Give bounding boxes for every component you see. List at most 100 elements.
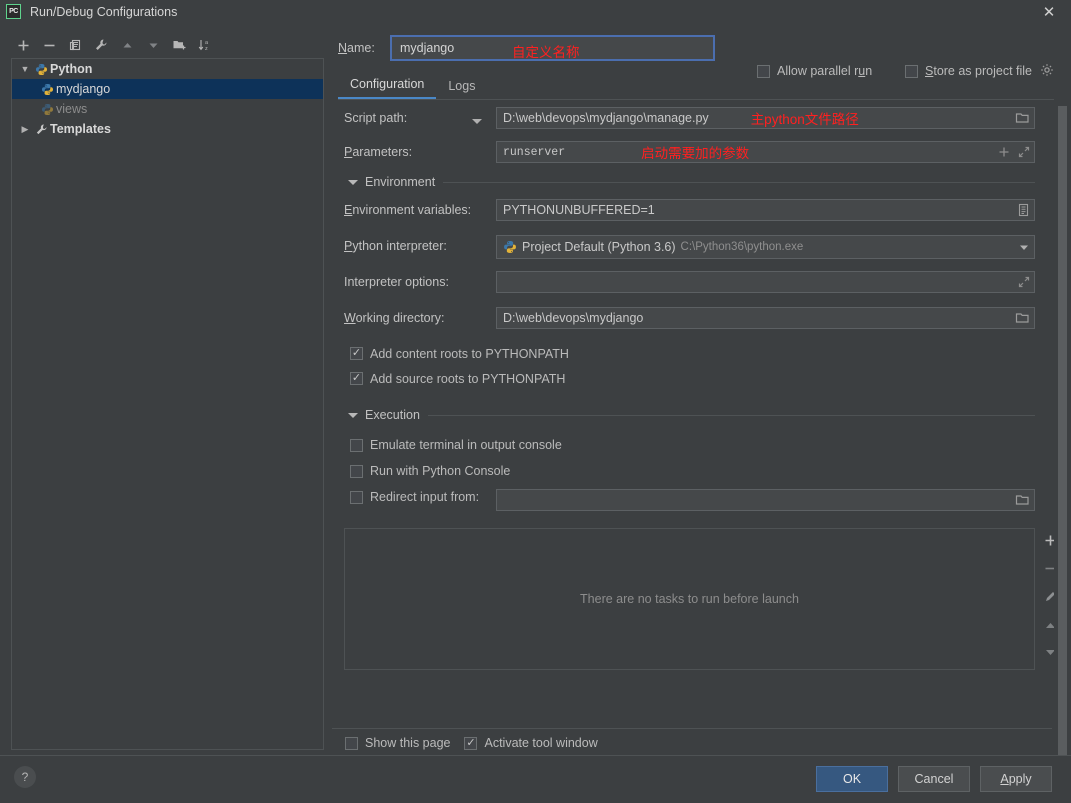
tab-separator xyxy=(338,99,1063,100)
remove-configuration-button[interactable] xyxy=(36,34,62,56)
tab-configuration[interactable]: Configuration xyxy=(338,77,437,99)
collapse-triangle-icon[interactable] xyxy=(348,412,358,418)
new-folder-button[interactable] xyxy=(166,34,192,56)
collapse-triangle-icon[interactable] xyxy=(348,179,358,185)
apply-button[interactable]: Apply xyxy=(980,766,1052,792)
checkbox-box[interactable] xyxy=(350,372,363,385)
edit-env-vars-icon[interactable] xyxy=(1017,203,1030,217)
wrench-icon[interactable] xyxy=(88,34,114,56)
tree-item-label: Templates xyxy=(50,122,111,136)
name-input[interactable]: mydjango 自定义名称 xyxy=(390,35,715,61)
configurations-tree[interactable]: ▼ Python mydjango views ▶ Templates xyxy=(11,58,324,750)
python-icon xyxy=(38,103,56,116)
sidebar-toolbar: a z xyxy=(0,32,332,58)
add-configuration-button[interactable] xyxy=(10,34,36,56)
python-interpreter-combobox[interactable]: Project Default (Python 3.6) C:\Python36… xyxy=(496,235,1035,259)
checkbox-box[interactable] xyxy=(464,736,478,750)
name-input-value: mydjango xyxy=(400,41,455,55)
browse-icon[interactable] xyxy=(1015,494,1030,507)
move-down-button[interactable] xyxy=(140,34,166,56)
browse-icon[interactable] xyxy=(1015,112,1030,125)
tree-item-label: views xyxy=(56,102,88,116)
close-icon[interactable]: ✕ xyxy=(1027,0,1071,23)
cancel-button[interactable]: Cancel xyxy=(898,766,970,792)
configuration-editor: Name: mydjango 自定义名称 Allow parallel run … xyxy=(332,23,1071,800)
parameters-actions[interactable] xyxy=(998,146,1030,158)
help-button[interactable]: ? xyxy=(14,766,36,788)
execution-section-header: Execution xyxy=(332,405,1071,425)
show-this-page-checkbox[interactable]: Show this page xyxy=(345,736,450,750)
sort-alphabetically-button[interactable]: a z xyxy=(192,34,218,56)
redirect-input-label: Redirect input from: xyxy=(370,490,480,504)
python-icon xyxy=(503,240,517,254)
python-icon xyxy=(32,63,50,76)
redirect-input-field[interactable] xyxy=(496,489,1035,511)
activate-tool-window-checkbox[interactable]: Activate tool window xyxy=(464,736,598,750)
section-divider xyxy=(443,181,1035,183)
name-annotation: 自定义名称 xyxy=(512,45,580,60)
script-path-row: Script path: D:\web\devops\mydjango\mana… xyxy=(332,103,1071,133)
svg-text:z: z xyxy=(205,46,208,52)
parameters-row: Parameters: runserver 启动需要加的参数 xyxy=(332,133,1071,168)
add-source-roots-label: Add source roots to PYTHONPATH xyxy=(370,371,566,386)
chevron-down-icon[interactable] xyxy=(1018,241,1030,253)
checkbox-box[interactable] xyxy=(350,490,363,504)
run-with-python-console-label: Run with Python Console xyxy=(370,464,511,478)
ok-button[interactable]: OK xyxy=(816,766,888,792)
move-up-button[interactable] xyxy=(114,34,140,56)
chevron-down-icon[interactable]: ▼ xyxy=(18,64,32,74)
add-macro-icon xyxy=(999,147,1009,157)
redirect-input-row: Redirect input from: xyxy=(332,489,1071,519)
parameters-input[interactable]: runserver 启动需要加的参数 xyxy=(496,141,1035,163)
script-path-dropdown-icon[interactable] xyxy=(472,119,482,124)
add-content-roots-checkbox[interactable]: Add content roots to PYTHONPATH xyxy=(350,341,1071,366)
python-interpreter-label: Python interpreter: xyxy=(344,239,447,253)
tree-item-label: Python xyxy=(50,62,93,76)
tree-item-templates[interactable]: ▶ Templates xyxy=(12,119,323,139)
checkbox-box[interactable] xyxy=(345,736,358,750)
name-row: Name: mydjango 自定义名称 xyxy=(332,33,1071,63)
emulate-terminal-checkbox[interactable]: Emulate terminal in output console xyxy=(350,432,1071,458)
interpreter-options-input[interactable] xyxy=(496,271,1035,293)
tree-item-label: mydjango xyxy=(56,82,111,96)
interpreter-options-label: Interpreter options: xyxy=(344,275,449,289)
browse-icon[interactable] xyxy=(1015,312,1030,325)
tree-item-python[interactable]: ▼ Python xyxy=(12,59,323,79)
execution-section-label: Execution xyxy=(365,408,420,422)
redirect-input-checkbox[interactable]: Redirect input from: xyxy=(350,490,479,504)
run-with-python-console-checkbox[interactable]: Run with Python Console xyxy=(350,458,1071,484)
checkbox-box[interactable] xyxy=(350,438,363,452)
working-directory-label: Working directory: xyxy=(344,311,445,325)
before-launch-task-list[interactable]: There are no tasks to run before launch xyxy=(344,528,1035,670)
script-path-value: D:\web\devops\mydjango\manage.py xyxy=(503,111,709,125)
run-debug-configurations-dialog: PC Run/Debug Configurations ✕ a z ▼ Pyth… xyxy=(0,0,1071,803)
scrollbar-thumb[interactable] xyxy=(1058,106,1067,800)
section-divider xyxy=(427,414,1035,416)
environment-section-label: Environment xyxy=(365,175,436,189)
chevron-right-icon[interactable]: ▶ xyxy=(18,124,32,135)
checkbox-box[interactable] xyxy=(350,347,363,360)
configurations-sidebar: a z ▼ Python mydjango views ▶ Templates xyxy=(0,23,332,755)
copy-configuration-button[interactable] xyxy=(62,34,88,56)
tree-item-views[interactable]: views xyxy=(12,99,323,119)
working-directory-input[interactable]: D:\web\devops\mydjango xyxy=(496,307,1035,329)
scrollbar-track[interactable] xyxy=(1054,46,1071,800)
environment-variables-input[interactable]: PYTHONUNBUFFERED=1 xyxy=(496,199,1035,221)
tree-item-mydjango[interactable]: mydjango xyxy=(12,79,323,99)
expand-icon[interactable] xyxy=(1018,276,1030,288)
python-icon xyxy=(38,83,56,96)
tab-logs[interactable]: Logs xyxy=(436,79,487,99)
title-bar: PC Run/Debug Configurations ✕ xyxy=(0,0,1071,23)
environment-variables-row: Environment variables: PYTHONUNBUFFERED=… xyxy=(332,199,1071,233)
window-title: Run/Debug Configurations xyxy=(30,4,178,19)
configuration-form: Script path: D:\web\devops\mydjango\mana… xyxy=(332,103,1071,571)
script-path-input[interactable]: D:\web\devops\mydjango\manage.py 主python… xyxy=(496,107,1035,129)
activate-tool-window-label: Activate tool window xyxy=(484,736,598,750)
script-path-annotation: 主python文件路径 xyxy=(750,112,859,127)
working-directory-row: Working directory: D:\web\devops\mydjang… xyxy=(332,303,1071,341)
parameters-label: Parameters: xyxy=(344,145,413,159)
parameters-annotation: 启动需要加的参数 xyxy=(641,146,750,161)
add-source-roots-checkbox[interactable]: Add source roots to PYTHONPATH xyxy=(350,366,1071,391)
environment-section-header: Environment xyxy=(332,172,1071,192)
checkbox-box[interactable] xyxy=(350,464,363,478)
